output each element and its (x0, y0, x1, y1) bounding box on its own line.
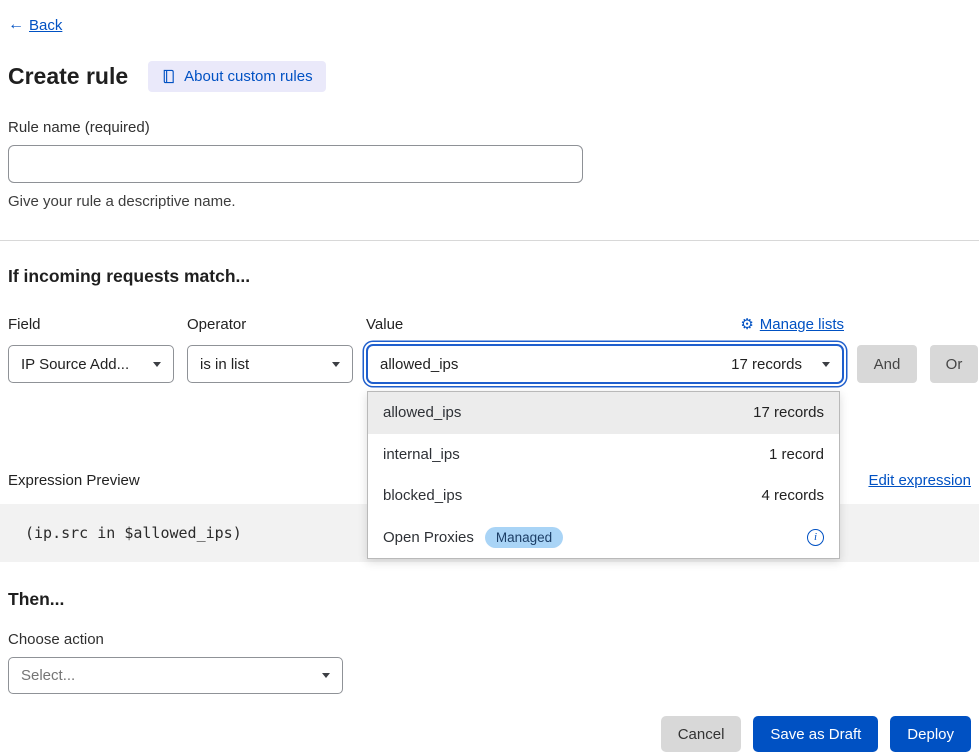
value-label-cell: Value ⚙ Manage lists (366, 316, 844, 333)
list-item[interactable]: internal_ips 1 record (368, 434, 839, 476)
manage-lists-link[interactable]: ⚙ Manage lists (740, 316, 844, 333)
gear-icon: ⚙ (740, 317, 753, 332)
page-title: Create rule (8, 63, 128, 90)
action-select[interactable]: Select... (8, 657, 343, 694)
list-item-records: 1 record (769, 446, 824, 463)
value-select-value: allowed_ips (380, 356, 458, 373)
match-controls-row: IP Source Add... is in list allowed_ips … (8, 344, 971, 384)
edit-expression-link[interactable]: Edit expression (868, 472, 971, 489)
manage-lists-label: Manage lists (760, 316, 844, 333)
value-select-wrap: allowed_ips 17 records allowed_ips 17 re… (366, 344, 844, 384)
chevron-down-icon (322, 673, 330, 678)
then-heading: Then... (8, 589, 971, 610)
list-item-left: Open Proxies Managed (383, 527, 563, 548)
field-select-value: IP Source Add... (21, 356, 129, 373)
operator-select[interactable]: is in list (187, 345, 353, 383)
chevron-down-icon (332, 362, 340, 367)
save-as-draft-button[interactable]: Save as Draft (753, 716, 878, 752)
chevron-down-icon (822, 362, 830, 367)
about-custom-rules-label: About custom rules (184, 68, 312, 85)
about-custom-rules-badge[interactable]: About custom rules (148, 61, 325, 92)
rule-name-helper: Give your rule a descriptive name. (8, 193, 971, 210)
field-label: Field (8, 316, 174, 333)
create-rule-page: ← Back Create rule About custom rules Ru… (0, 0, 979, 739)
back-link[interactable]: ← Back (8, 16, 62, 34)
back-link-label: Back (29, 17, 62, 34)
operator-label: Operator (187, 316, 353, 333)
title-row: Create rule About custom rules (8, 61, 971, 92)
list-item[interactable]: allowed_ips 17 records (368, 392, 839, 434)
list-item[interactable]: Open Proxies Managed i (368, 517, 839, 559)
expression-value: (ip.src in $allowed_ips) (25, 524, 242, 542)
value-dropdown-menu: allowed_ips 17 records internal_ips 1 re… (367, 391, 840, 559)
cancel-button[interactable]: Cancel (661, 716, 742, 752)
value-label: Value (366, 316, 403, 333)
list-item-name: Open Proxies (383, 529, 474, 546)
footer-actions: Cancel Save as Draft Deploy (8, 716, 971, 752)
info-icon[interactable]: i (807, 529, 824, 546)
chevron-down-icon (153, 362, 161, 367)
rule-name-input[interactable] (8, 145, 583, 183)
list-item-name: blocked_ips (383, 487, 462, 504)
list-item-name: internal_ips (383, 446, 460, 463)
book-icon (161, 69, 176, 84)
and-button[interactable]: And (857, 345, 917, 383)
value-select-records: 17 records (731, 356, 802, 373)
rule-name-label: Rule name (required) (8, 119, 971, 136)
deploy-button[interactable]: Deploy (890, 716, 971, 752)
value-select[interactable]: allowed_ips 17 records (366, 344, 844, 384)
list-item-name: allowed_ips (383, 404, 461, 421)
rule-name-group: Rule name (required) Give your rule a de… (8, 119, 971, 210)
back-arrow-icon: ← (8, 16, 24, 34)
or-button[interactable]: Or (930, 345, 978, 383)
list-item[interactable]: blocked_ips 4 records (368, 475, 839, 517)
field-select[interactable]: IP Source Add... (8, 345, 174, 383)
list-item-records: 17 records (753, 404, 824, 421)
section-divider (0, 240, 979, 241)
match-heading: If incoming requests match... (8, 266, 971, 287)
managed-badge: Managed (485, 527, 563, 548)
choose-action-label: Choose action (8, 631, 971, 648)
match-labels-row: Field Operator Value ⚙ Manage lists (8, 316, 971, 333)
operator-select-value: is in list (200, 356, 249, 373)
action-select-placeholder: Select... (21, 667, 75, 684)
expression-preview-label: Expression Preview (8, 472, 140, 489)
list-item-records: 4 records (761, 487, 824, 504)
